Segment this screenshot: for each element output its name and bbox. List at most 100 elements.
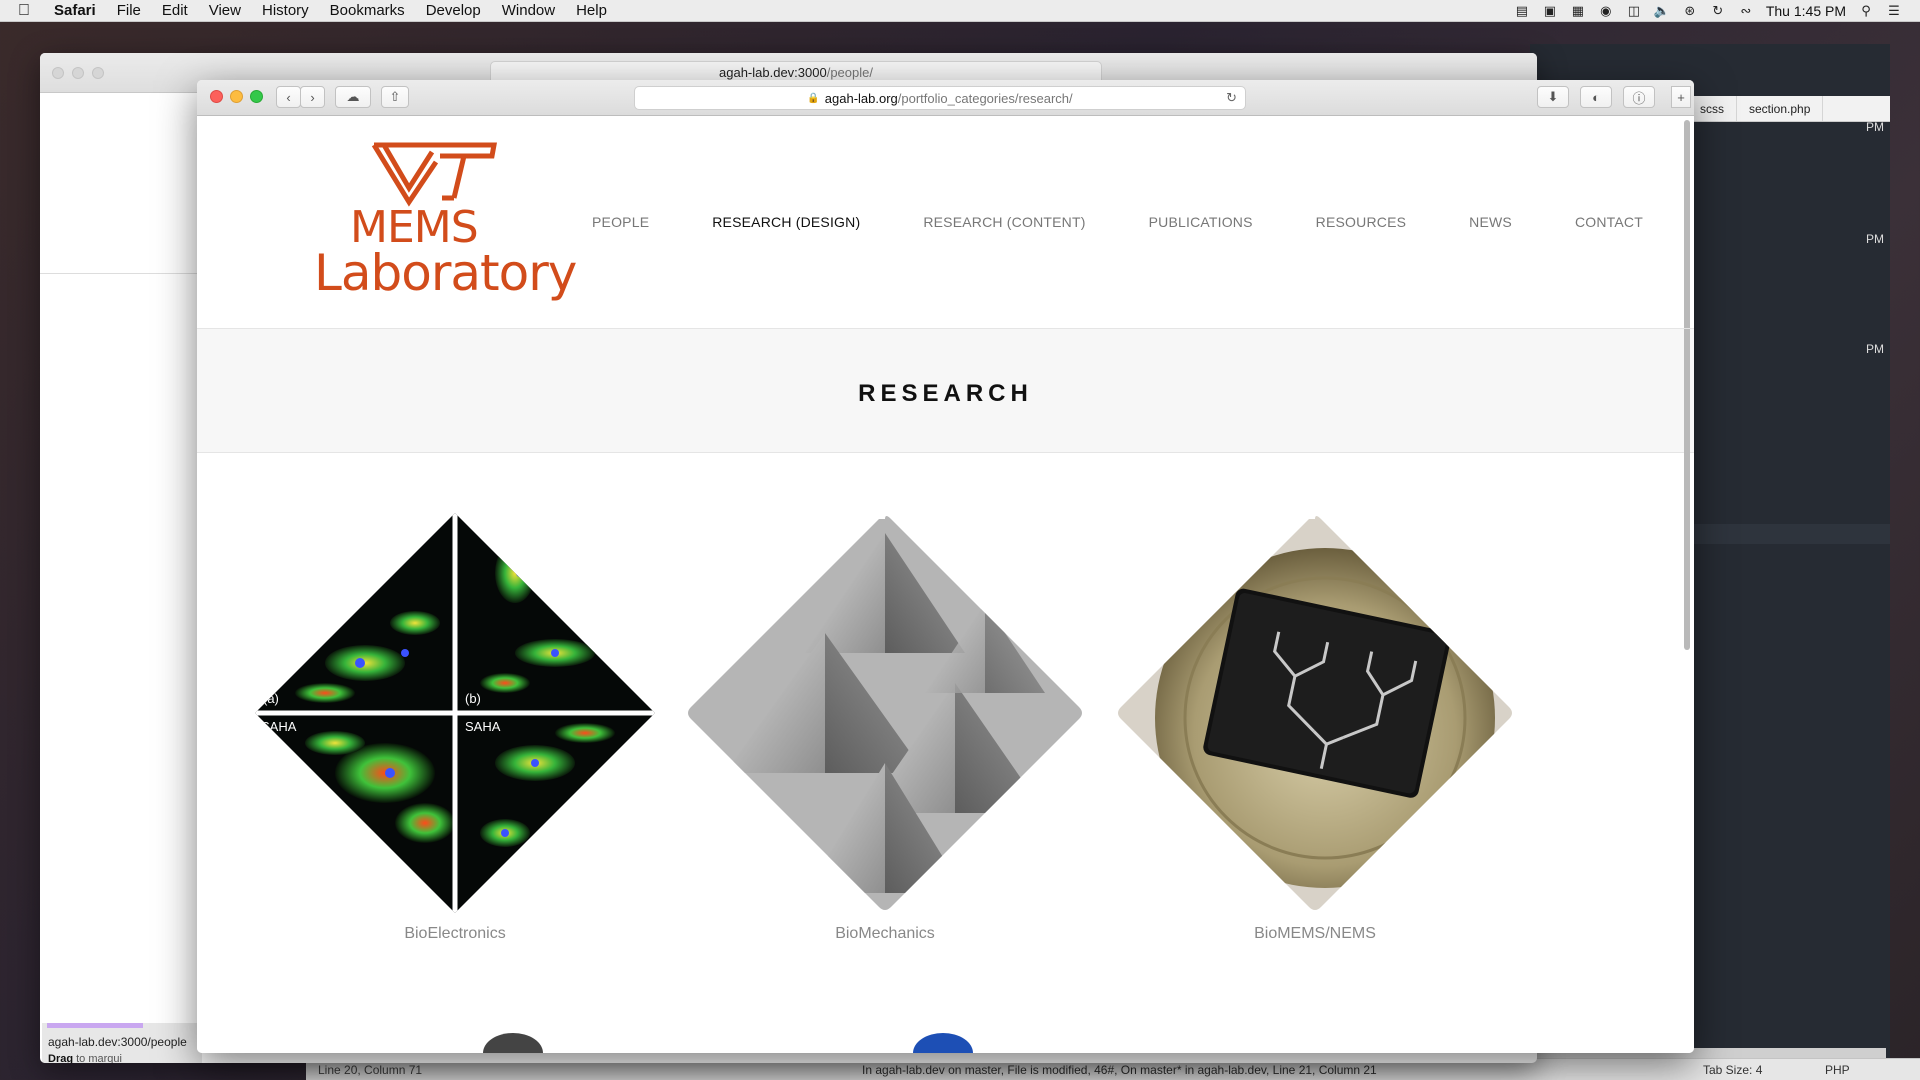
portfolio-caption[interactable]: BioMEMS/NEMS	[1115, 925, 1515, 943]
web-page: MEMS Laboratory PEOPLE RESEARCH (DESIGN)…	[197, 116, 1694, 1053]
menu-help[interactable]: Help	[576, 2, 607, 19]
menu-bar:  Safari File Edit View History Bookmark…	[0, 0, 1920, 22]
page-title: RESEARCH	[858, 379, 1033, 407]
site-logo[interactable]: MEMS Laboratory	[314, 140, 577, 305]
status-url-overlay: agah-lab.dev:3000/people Drag to marqui	[42, 1023, 202, 1063]
maximize-button[interactable]	[92, 67, 104, 79]
editor-tab-section-php[interactable]: section.php	[1737, 96, 1824, 121]
minimize-button[interactable]	[72, 67, 84, 79]
editor-status-message: In agah-lab.dev on master, File is modif…	[862, 1062, 1377, 1077]
menu-file[interactable]: File	[117, 2, 141, 19]
icloud-tabs-button[interactable]: ☁	[335, 86, 371, 108]
editor-timestamp: PM	[1866, 342, 1884, 356]
next-row-thumbnail[interactable]	[913, 1033, 973, 1053]
share-icon: ⇧	[389, 89, 401, 104]
screen-icon[interactable]: ▤	[1514, 3, 1530, 18]
menu-bookmarks[interactable]: Bookmarks	[330, 2, 405, 19]
nav-news[interactable]: NEWS	[1469, 214, 1512, 230]
menu-history[interactable]: History	[262, 2, 309, 19]
loading-progress-bar	[47, 1023, 143, 1028]
language-selector[interactable]: PHP	[1825, 1063, 1850, 1077]
clock[interactable]: Thu 1:45 PM	[1766, 3, 1846, 19]
portfolio-grid: (a) (b) SAHA SAHA BioElectronics BioMech…	[197, 453, 1694, 1053]
nav-resources[interactable]: RESOURCES	[1316, 214, 1406, 230]
portfolio-item-biomechanics[interactable]: BioMechanics	[685, 513, 1085, 943]
password-icon: ⓘ	[1632, 90, 1646, 106]
panel-label: SAHA	[465, 719, 501, 734]
hover-url-text: agah-lab.dev:3000/people	[48, 1035, 187, 1049]
site-header: MEMS Laboratory PEOPLE RESEARCH (DESIGN)…	[197, 116, 1694, 329]
pyramid-microstructure-image	[688, 516, 1082, 910]
menu-edit[interactable]: Edit	[162, 2, 188, 19]
sync-icon[interactable]: ↻	[1710, 3, 1726, 18]
sidebar-icon[interactable]: ◫	[1626, 3, 1642, 18]
menu-app-name[interactable]: Safari	[54, 2, 96, 19]
tab-size-selector[interactable]: Tab Size: 4	[1703, 1063, 1762, 1077]
url-host: agah-lab.org	[824, 90, 898, 106]
divider	[40, 273, 200, 274]
menu-window[interactable]: Window	[502, 2, 555, 19]
chevron-left-icon: ‹	[286, 89, 291, 105]
portfolio-thumbnail[interactable]: (a) (b) SAHA SAHA	[255, 513, 655, 913]
reload-icon[interactable]: ↻	[1226, 90, 1237, 106]
wifi-icon[interactable]: ∾	[1738, 3, 1754, 18]
minimize-button[interactable]	[230, 90, 243, 103]
address-bar[interactable]: 🔒 agah-lab.org/portfolio_categories/rese…	[634, 86, 1246, 110]
notification-center-icon[interactable]: ☰	[1886, 3, 1902, 18]
url-path: /portfolio_categories/research/	[897, 90, 1073, 106]
volume-icon[interactable]: 🔈	[1654, 3, 1670, 18]
maximize-button[interactable]	[250, 90, 263, 103]
nav-contact[interactable]: CONTACT	[1575, 214, 1643, 230]
nav-research-design[interactable]: RESEARCH (DESIGN)	[712, 214, 860, 230]
portfolio-caption[interactable]: BioMechanics	[685, 925, 1085, 943]
portfolio-item-bioelectronics[interactable]: (a) (b) SAHA SAHA BioElectronics	[255, 513, 655, 943]
editor-tab-scss[interactable]: scss	[1688, 96, 1737, 121]
toggle-extension-button[interactable]: ◐	[1580, 86, 1612, 108]
editor-tabs: scss section.php	[1688, 96, 1890, 122]
plus-icon: +	[1677, 89, 1685, 105]
nav-research-content[interactable]: RESEARCH (CONTENT)	[923, 214, 1085, 230]
password-manager-button[interactable]: ⓘ	[1623, 86, 1655, 108]
editor-timestamp: PM	[1866, 232, 1884, 246]
close-button[interactable]	[210, 90, 223, 103]
cloud-icon: ☁	[346, 89, 360, 104]
camera-icon[interactable]: ▣	[1542, 3, 1558, 18]
nav-publications[interactable]: PUBLICATIONS	[1149, 214, 1253, 230]
share-button[interactable]: ⇧	[381, 86, 409, 108]
nav-people[interactable]: PEOPLE	[592, 214, 649, 230]
grid-icon[interactable]: ▦	[1570, 3, 1586, 18]
close-button[interactable]	[52, 67, 64, 79]
logo-laboratory-text: Laboratory	[314, 244, 577, 302]
apple-menu-icon[interactable]: 	[18, 2, 40, 20]
panel-label: SAHA	[261, 719, 297, 734]
panel-label: (a)	[263, 691, 279, 706]
portfolio-thumbnail[interactable]	[1115, 513, 1515, 913]
portfolio-item-biomems-nems[interactable]: BioMEMS/NEMS	[1115, 513, 1515, 943]
cell-microscopy-image: (a) (b) SAHA SAHA	[255, 513, 655, 913]
panel-label: (b)	[465, 691, 481, 706]
page-title-band: RESEARCH	[197, 329, 1694, 453]
search-icon[interactable]: ⚲	[1858, 3, 1874, 18]
forward-button[interactable]: ›	[300, 86, 325, 108]
next-row-thumbnail[interactable]	[483, 1033, 543, 1053]
chevron-right-icon: ›	[310, 89, 315, 105]
portfolio-thumbnail[interactable]	[685, 513, 1085, 913]
portfolio-caption[interactable]: BioElectronics	[255, 925, 655, 943]
drag-hint: Drag to marqui	[48, 1053, 122, 1063]
browser-window: ‹ › ☁ ⇧ 🔒 agah-lab.org/portfolio_categor…	[197, 80, 1694, 1053]
menu-view[interactable]: View	[209, 2, 241, 19]
password-icon[interactable]: ◉	[1598, 3, 1614, 18]
download-icon: ⬇	[1547, 89, 1559, 104]
downloads-button[interactable]: ⬇	[1537, 86, 1569, 108]
toggle-icon: ◐	[1592, 89, 1600, 105]
back-button[interactable]: ‹	[276, 86, 301, 108]
lock-icon: 🔒	[807, 92, 820, 104]
browser-toolbar: ‹ › ☁ ⇧ 🔒 agah-lab.org/portfolio_categor…	[197, 80, 1694, 116]
status-area: ▤ ▣ ▦ ◉ ◫ 🔈 ⊛ ↻ ∾ Thu 1:45 PM ⚲ ☰	[1514, 3, 1902, 19]
bluetooth-icon[interactable]: ⊛	[1682, 3, 1698, 18]
menu-develop[interactable]: Develop	[426, 2, 481, 19]
new-tab-button[interactable]: +	[1671, 86, 1691, 108]
editor-timestamp: PM	[1866, 120, 1884, 134]
main-nav: PEOPLE RESEARCH (DESIGN) RESEARCH (CONTE…	[592, 214, 1643, 230]
chip-on-dime-image	[1118, 516, 1512, 910]
